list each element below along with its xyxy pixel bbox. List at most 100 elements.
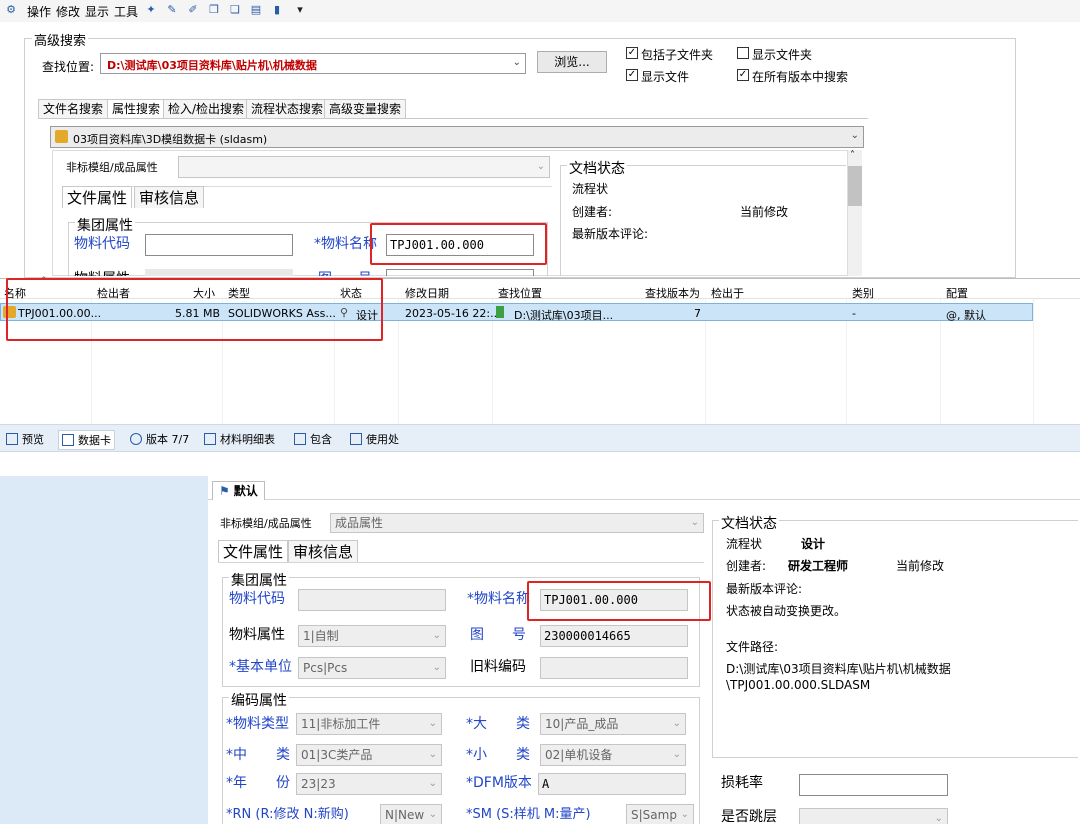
col-config[interactable]: 配置 [946,285,968,301]
top-partial-attr-field[interactable] [145,269,293,276]
tab-where-used[interactable]: 使用处 [350,431,399,447]
chevron-down-icon: ⌄ [428,778,437,789]
checkout-icon[interactable]: ✎ [165,3,179,17]
top-partial-drawing-field[interactable] [386,269,534,276]
tab-review-info[interactable]: 审核信息 [134,186,205,208]
flag-icon: ⚑ [219,484,230,498]
small-cat-select[interactable]: 02|单机设备 ⌄ [540,744,686,766]
checkin-icon[interactable]: ✐ [186,3,200,17]
assembly-icon [55,130,68,143]
menu-modify[interactable]: 修改 [56,3,80,20]
top-creator-label: 创建者: [572,205,613,219]
top-partial-drawing-b: 号 [358,268,372,276]
tab-property-search[interactable]: 属性搜索 [107,99,166,119]
tab-datacard[interactable]: 数据卡 [58,430,115,450]
comment-label: 最新版本评论: [726,582,803,596]
chevron-down-icon: ⌄ [428,718,437,729]
skip-layer-select[interactable]: ⌄ [799,808,948,824]
show-files-label: 显示文件 [641,70,690,84]
dropdown-icon[interactable]: ▾ [293,3,307,17]
col-location[interactable]: 查找位置 [498,285,542,301]
group-select[interactable]: 成品属性 ⌄ [330,513,704,533]
datacard-icon [62,434,74,446]
rn-label: *RN (R:修改 N:新购) [226,807,349,822]
tab-preview[interactable]: 预览 [6,431,44,447]
flow-label: 流程状 [726,537,763,551]
menu-operate[interactable]: 操作 [27,3,51,20]
base-unit-label: *基本单位 [229,659,292,675]
browse-button[interactable]: 浏览... [537,51,607,73]
material-code-field[interactable] [298,589,446,611]
chevron-down-icon: ⌄ [428,809,437,820]
year-select[interactable]: 23|23 ⌄ [296,773,442,795]
base-unit-select[interactable]: Pcs|Pcs ⌄ [298,657,446,679]
col-modified[interactable]: 修改日期 [405,285,449,301]
datacard-tabs: 文件属性 审核信息 [218,540,418,562]
material-code-label: 物料代码 [229,591,285,607]
scroll-up-icon[interactable]: ˄ [850,150,855,161]
big-cat-label-b: 类 [516,716,530,732]
pin-icon[interactable]: ✦ [144,3,158,17]
rn-select[interactable]: N|New ⌄ [380,804,442,824]
menu-display[interactable]: 显示 [85,3,109,20]
scroll-thumb[interactable] [848,166,862,206]
location-value: D:\测试库\03项目资料库\贴片机\机械数据 [107,59,317,72]
sm-select[interactable]: S|Samp ⌄ [626,804,694,824]
big-cat-select[interactable]: 10|产品_成品 ⌄ [540,713,686,735]
chevron-down-icon: ⌄ [432,662,441,673]
tab-bom[interactable]: 材料明细表 [204,431,275,447]
highlight-box [6,278,383,341]
top-group-select[interactable]: ⌄ [178,156,550,178]
tab-config-default[interactable]: ⚑ 默认 [212,481,265,500]
tab-filename-search[interactable]: 文件名搜索 [38,99,109,119]
location-combo[interactable]: D:\测试库\03项目资料库\贴片机\机械数据 ⌄ [100,53,526,74]
top-card-scrollbar[interactable]: ˄ [848,150,862,276]
tab-contains[interactable]: 包含 [294,431,332,447]
section1-title: 集团属性 [229,570,289,590]
menu-tools[interactable]: 工具 [114,3,138,20]
top-material-code-field[interactable] [145,234,293,256]
tab-file-properties[interactable]: 文件属性 [218,540,289,562]
doc-state-title: 文档状态 [719,513,779,533]
col-checked-out-at[interactable]: 检出于 [711,285,744,301]
material-attr-select[interactable]: 1|自制 ⌄ [298,625,446,647]
mid-cat-select[interactable]: 01|3C类产品 ⌄ [296,744,442,766]
sm-label: *SM (S:样机 M:量产) [466,807,591,822]
highlight-box [370,223,547,265]
dfm-field[interactable]: A [538,773,686,795]
col-found-version[interactable]: 查找版本为 [645,285,700,301]
creator-label: 创建者: [726,559,767,573]
all-versions-checkbox[interactable]: ✓ [737,69,749,81]
drawing-no-label-b: 号 [512,627,526,643]
chevron-down-icon: ⌄ [680,809,689,820]
chevron-down-icon: ⌄ [672,718,681,729]
show-folders-checkbox[interactable] [737,47,749,59]
location-label: 查找位置: [42,60,95,74]
drawing-no-field[interactable]: 230000014665 [540,625,688,647]
chevron-down-icon: ⌄ [850,130,859,141]
copy-icon[interactable]: ❐ [207,3,221,17]
row-config: @, 默认 [946,309,986,322]
current-label: 当前修改 [896,559,945,573]
bottom-tabs: 预览 数据卡 版本 7/7 材料明细表 包含 使用处 [0,424,1080,452]
tab-version[interactable]: 版本 7/7 [130,431,189,447]
card-combo[interactable]: 03项目资料库\3D模组数据卡 (sldasm) ⌄ [50,126,864,148]
bookmark-icon[interactable]: ▮ [270,3,284,17]
old-code-field[interactable] [540,657,688,679]
tab-variable-search[interactable]: 高级变量搜索 [324,99,407,119]
tab-file-properties[interactable]: 文件属性 [62,186,133,208]
tab-workflow-search[interactable]: 流程状态搜索 [246,99,329,119]
include-subfolders-label: 包括子文件夹 [641,48,714,62]
document-icon[interactable]: ❏ [228,3,242,17]
show-files-checkbox[interactable]: ✓ [626,69,638,81]
tab-review-info[interactable]: 审核信息 [288,540,359,562]
tab-checkin-search[interactable]: 检入/检出搜索 [163,99,250,119]
table-icon [204,433,216,445]
file-icon[interactable]: ▤ [249,3,263,17]
mat-type-select[interactable]: 11|非标加工件 ⌄ [296,713,442,735]
loss-rate-field[interactable] [799,774,948,796]
material-attr-label: 物料属性 [229,627,285,643]
search-tabs: 文件名搜索 属性搜索 检入/检出搜索 流程状态搜索 高级变量搜索 [38,99,938,119]
col-category[interactable]: 类别 [852,285,874,301]
include-subfolders-checkbox[interactable]: ✓ [626,47,638,59]
